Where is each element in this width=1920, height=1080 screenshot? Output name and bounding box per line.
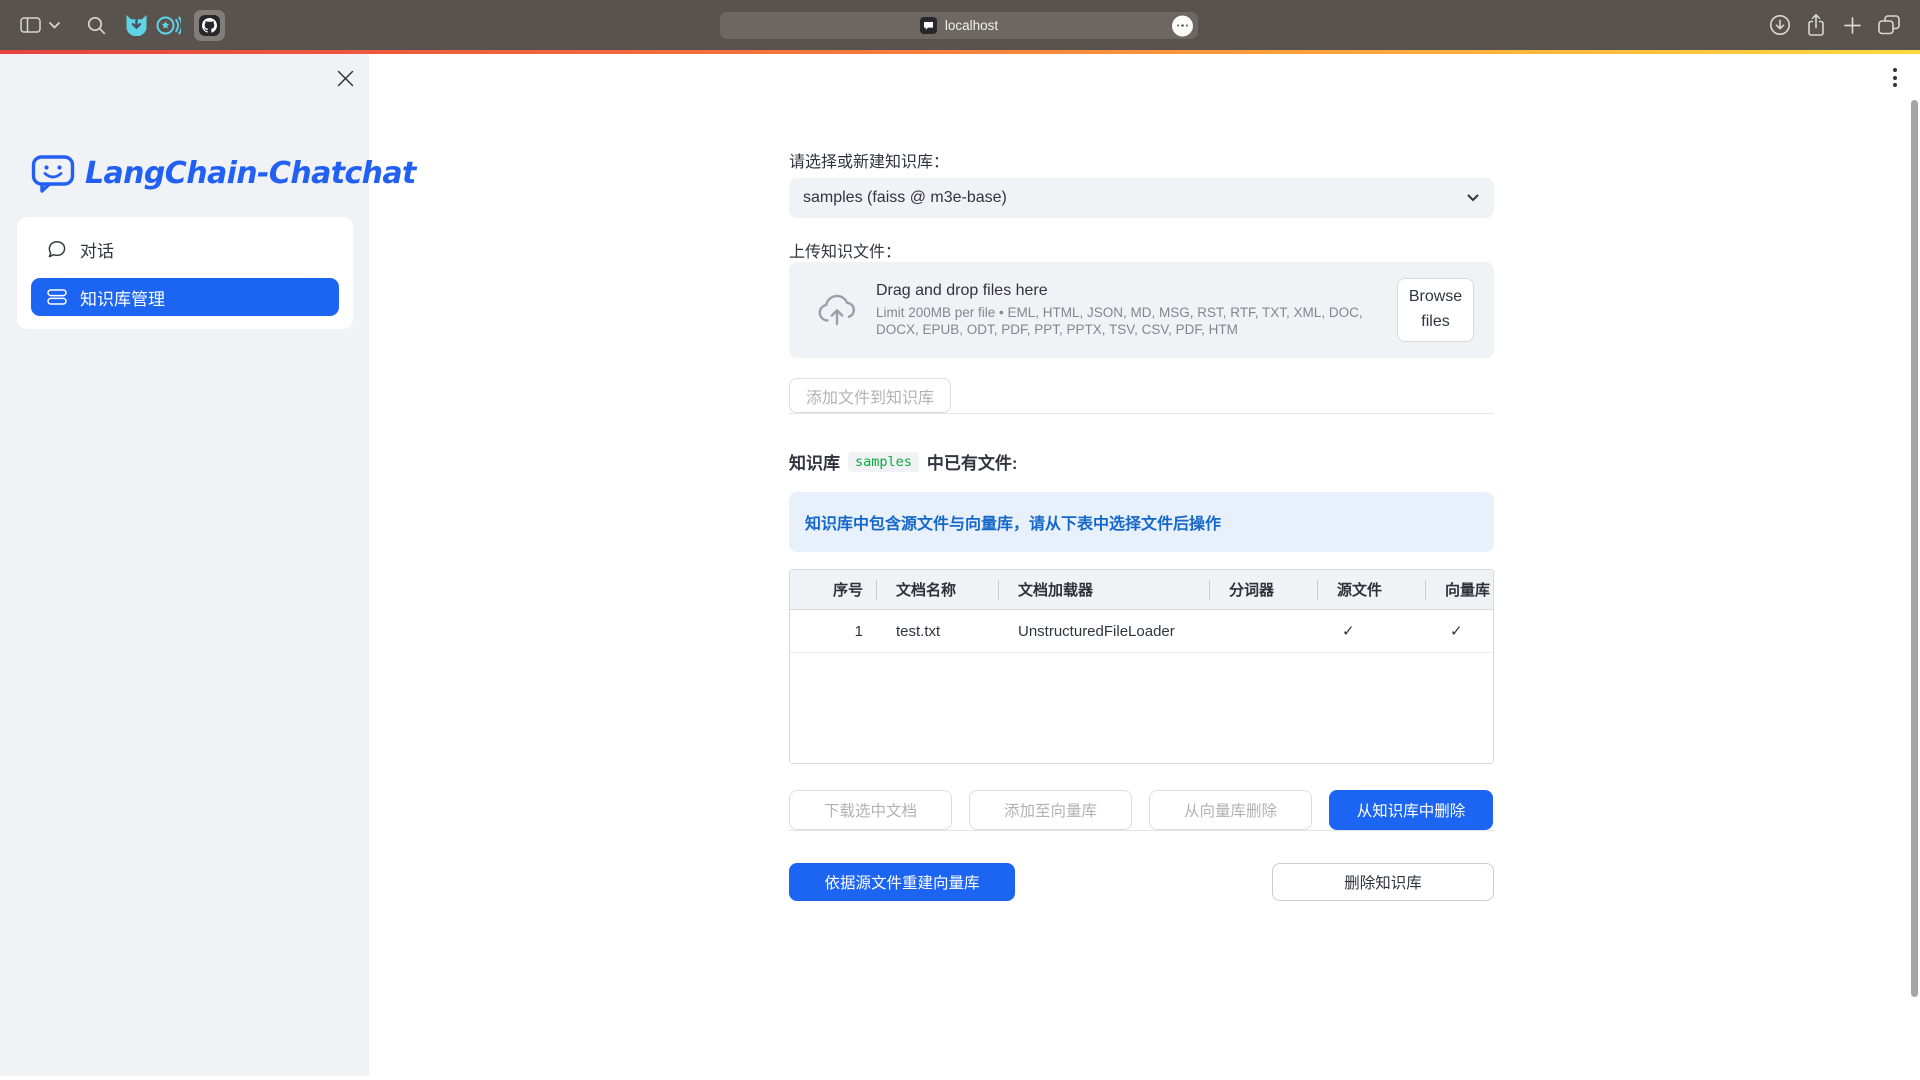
sidebar: LangChain-Chatchat 对话 知识库管理	[0, 54, 369, 1076]
add-files-to-kb-button[interactable]: 添加文件到知识库	[789, 378, 951, 413]
recorder-extension-icon[interactable]	[156, 0, 181, 50]
browse-files-button[interactable]: Browse files	[1397, 278, 1474, 342]
sidebar-item-label: 知识库管理	[80, 285, 165, 310]
cell-splitter	[1209, 610, 1317, 652]
share-icon[interactable]	[1806, 0, 1826, 50]
kb-name-code: samples	[848, 452, 919, 472]
upload-label: 上传知识文件：	[789, 238, 1494, 260]
cell-source-file-check: ✓	[1317, 610, 1425, 652]
app-logo: LangChain-Chatchat	[30, 151, 416, 195]
dropzone-instructions: Drag and drop files here Limit 200MB per…	[876, 282, 1397, 337]
kb-select-label: 请选择或新建知识库：	[789, 148, 1494, 170]
delete-kb-button[interactable]: 删除知识库	[1272, 863, 1494, 901]
github-extension-icon[interactable]	[194, 10, 225, 41]
new-tab-icon[interactable]	[1844, 0, 1861, 50]
tabs-overview-icon[interactable]	[1878, 0, 1900, 50]
sidebar-item-dialogue[interactable]: 对话	[31, 227, 339, 271]
close-sidebar-icon[interactable]	[334, 67, 356, 89]
col-header-splitter[interactable]: 分词器	[1209, 570, 1317, 609]
chat-bubble-icon	[47, 240, 67, 259]
browser-chrome: localhost	[0, 0, 1920, 50]
cloud-upload-icon	[815, 293, 859, 327]
logo-text: LangChain-Chatchat	[85, 156, 416, 191]
url-options-button[interactable]	[1172, 15, 1193, 36]
table-row[interactable]: 1 test.txt UnstructuredFileLoader ✓ ✓	[790, 610, 1493, 653]
url-text: localhost	[945, 18, 998, 33]
download-selected-button[interactable]: 下载选中文档	[789, 790, 952, 830]
table-header-row: 序号 文档名称 文档加载器 分词器 源文件 向量库	[790, 570, 1493, 610]
dropzone-limit-text: Limit 200MB per file • EML, HTML, JSON, …	[876, 305, 1383, 337]
cell-loader: UnstructuredFileLoader	[998, 610, 1209, 652]
col-header-source-file[interactable]: 源文件	[1317, 570, 1425, 609]
add-to-vector-store-button[interactable]: 添加至向量库	[969, 790, 1132, 830]
vertical-scrollbar[interactable]	[1911, 100, 1918, 997]
kb-select-dropdown[interactable]: samples (faiss @ m3e-base)	[789, 178, 1494, 218]
existing-files-heading: 知识库 samples 中已有文件:	[789, 449, 1494, 474]
search-icon[interactable]	[87, 0, 106, 50]
bottom-actions: 依据源文件重建向量库 删除知识库	[789, 863, 1494, 901]
main-content: 请选择或新建知识库： samples (faiss @ m3e-base) 上传…	[789, 54, 1494, 901]
sidebar-toggle-icon[interactable]	[20, 0, 41, 50]
sidebar-item-label: 对话	[80, 237, 114, 262]
heading-prefix: 知识库	[789, 449, 840, 474]
table-empty-area	[790, 653, 1493, 763]
sidebar-item-knowledge-base[interactable]: 知识库管理	[31, 278, 339, 316]
info-banner: 知识库中包含源文件与向量库，请从下表中选择文件后操作	[789, 492, 1494, 552]
dropzone-title: Drag and drop files here	[876, 282, 1383, 300]
file-dropzone[interactable]: Drag and drop files here Limit 200MB per…	[789, 262, 1494, 358]
row-actions: 下载选中文档 添加至向量库 从向量库删除 从知识库中删除	[789, 790, 1494, 830]
url-bar[interactable]: localhost	[720, 12, 1198, 39]
github-logo	[199, 15, 220, 36]
col-header-vector-store[interactable]: 向量库	[1425, 570, 1493, 609]
delete-from-vector-store-button[interactable]: 从向量库删除	[1149, 790, 1312, 830]
kb-selected-value: samples (faiss @ m3e-base)	[803, 189, 1007, 207]
downloads-extension-icon[interactable]	[125, 0, 148, 50]
logo-bubble-icon	[30, 151, 76, 195]
cell-vector-store-check: ✓	[1425, 610, 1493, 652]
rebuild-vector-store-button[interactable]: 依据源文件重建向量库	[789, 863, 1015, 901]
delete-from-kb-button[interactable]: 从知识库中删除	[1329, 790, 1493, 830]
files-table: 序号 文档名称 文档加载器 分词器 源文件 向量库 1 test.txt Uns…	[789, 569, 1494, 764]
col-header-index[interactable]: 序号	[790, 570, 876, 609]
heading-suffix: 中已有文件:	[927, 449, 1018, 474]
app-menu-icon[interactable]	[1893, 68, 1897, 87]
divider	[789, 413, 1494, 414]
sidebar-nav: 对话 知识库管理	[17, 217, 353, 329]
cell-index: 1	[790, 610, 876, 652]
col-header-file-name[interactable]: 文档名称	[876, 570, 998, 609]
knowledge-base-icon	[47, 288, 67, 306]
downloads-icon[interactable]	[1769, 0, 1791, 50]
col-header-loader[interactable]: 文档加载器	[998, 570, 1209, 609]
site-favicon	[920, 17, 937, 34]
divider	[789, 830, 1494, 831]
cell-file-name: test.txt	[876, 610, 998, 652]
chevron-down-icon	[1464, 189, 1482, 207]
chevron-down-icon[interactable]	[49, 0, 60, 50]
